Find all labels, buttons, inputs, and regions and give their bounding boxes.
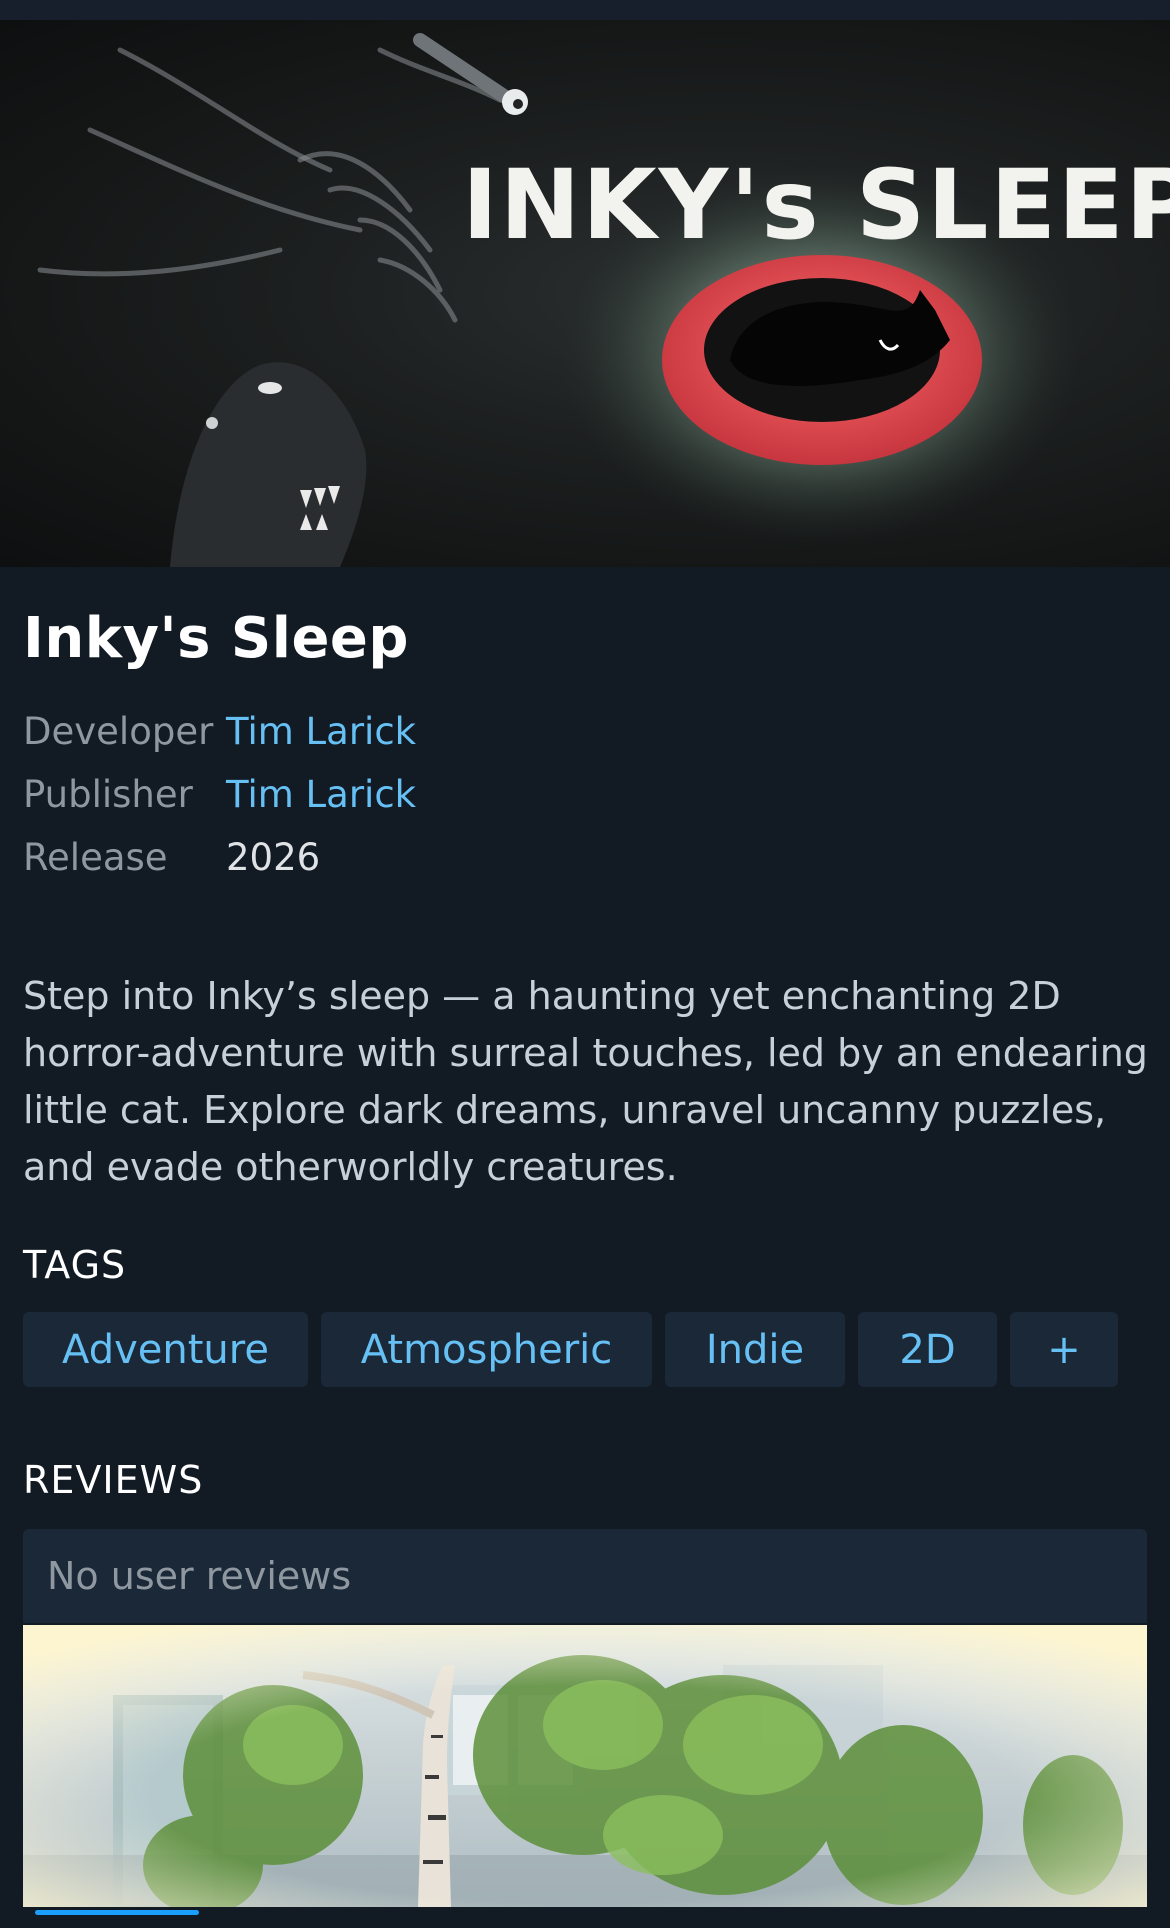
more-tags-button[interactable]: + [1010,1312,1118,1387]
game-title: Inky's Sleep [23,606,409,671]
hero-artwork: INKY's SLEEP [37,33,1170,567]
release-label: Release [23,836,168,879]
screenshot-artwork [23,1625,1147,1907]
hero-image: INKY's SLEEP [0,20,1170,567]
tag-atmospheric[interactable]: Atmospheric [321,1312,652,1387]
tag-indie[interactable]: Indie [665,1312,845,1387]
release-date: 2026 [226,836,321,879]
carousel-progress-indicator [35,1910,199,1915]
publisher-link[interactable]: Tim Larick [226,773,416,816]
developer-label: Developer [23,710,214,753]
hero-logo-text: INKY's SLEEP [462,149,1170,261]
developer-row: Developer Tim Larick [23,700,416,763]
tag-2d[interactable]: 2D [858,1312,997,1387]
status-bar [0,0,1170,20]
developer-link[interactable]: Tim Larick [226,710,416,753]
screenshot-preview[interactable] [23,1625,1147,1907]
game-description: Step into Inky’s sleep — a haunting yet … [23,974,1148,1189]
tag-adventure[interactable]: Adventure [23,1312,308,1387]
publisher-label: Publisher [23,773,193,816]
no-reviews-text: No user reviews [47,1554,352,1598]
game-page: INKY's SLEEP Inky's Sleep Developer Tim … [0,0,1170,1928]
tags-heading: TAGS [23,1243,127,1287]
publisher-row: Publisher Tim Larick [23,763,416,826]
game-meta: Developer Tim Larick Publisher Tim Laric… [23,700,416,889]
tag-list: Adventure Atmospheric Indie 2D + [23,1312,1118,1387]
release-row: Release 2026 [23,826,416,889]
review-summary: No user reviews [23,1529,1147,1623]
reviews-heading: REVIEWS [23,1458,204,1502]
